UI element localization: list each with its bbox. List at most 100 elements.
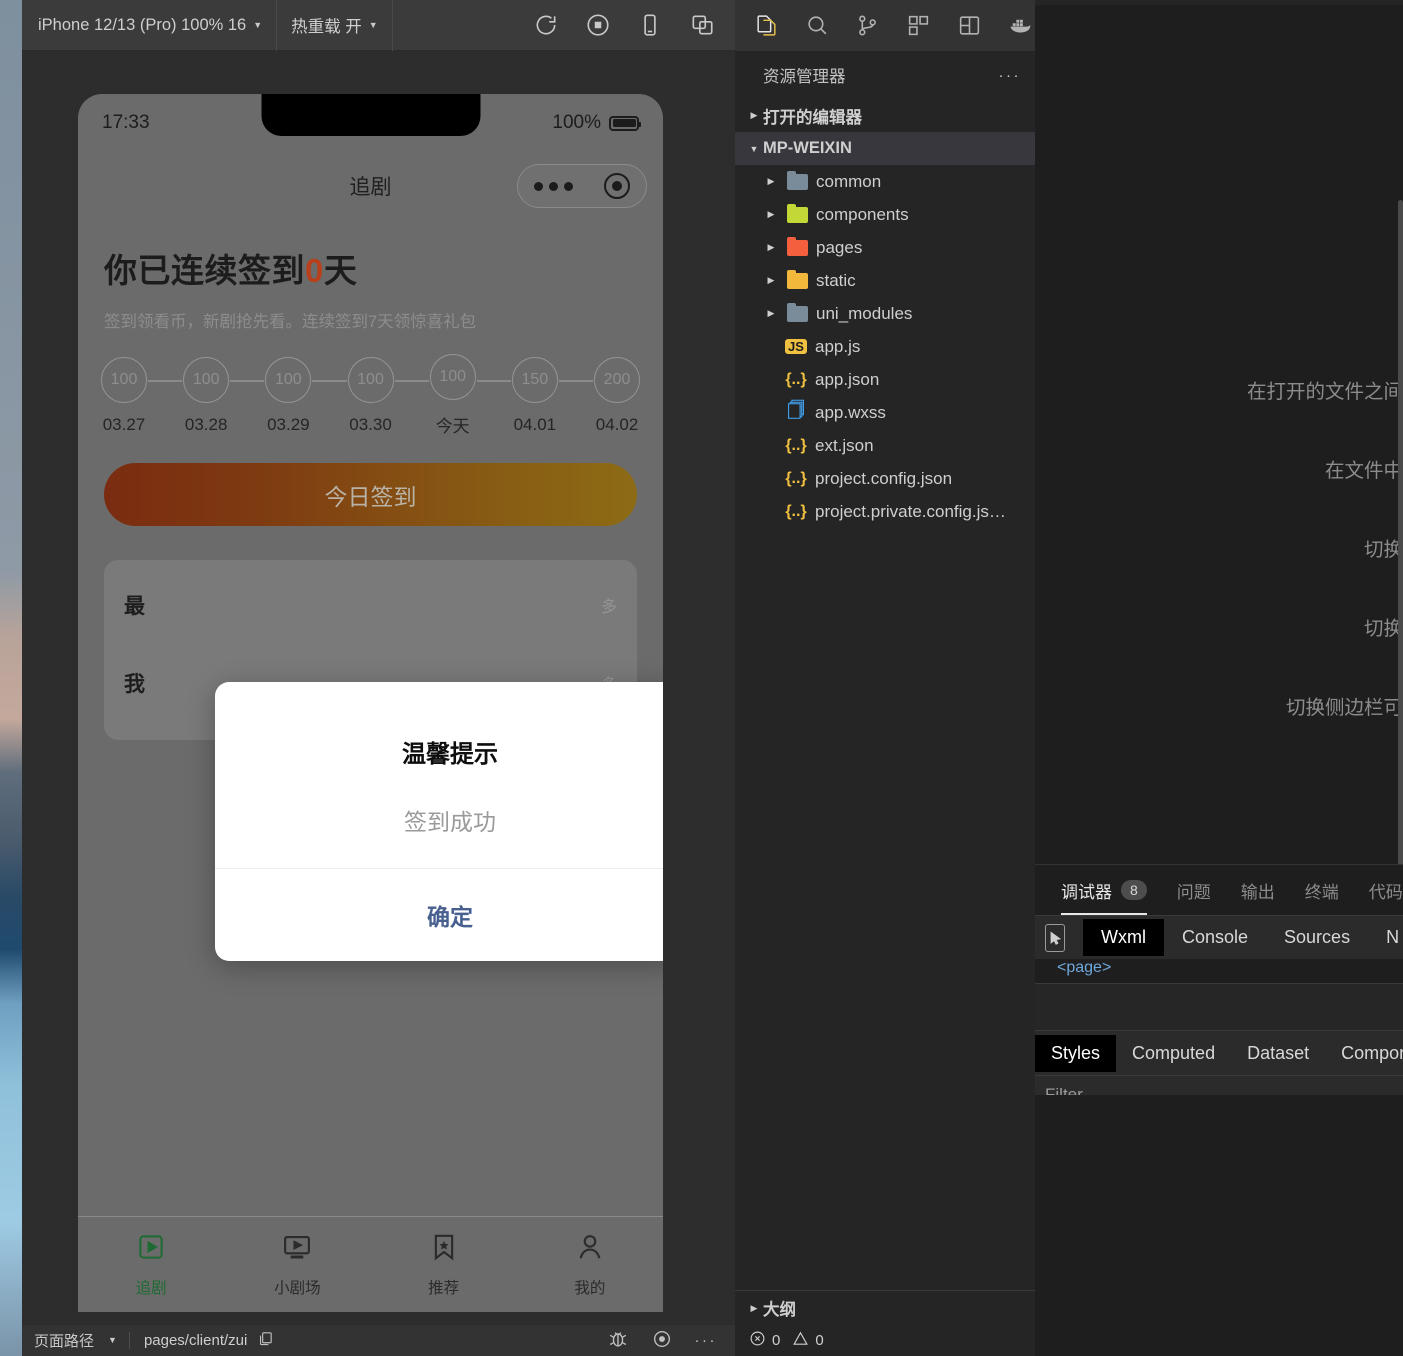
style-tab-Dataset[interactable]: Dataset <box>1231 1035 1325 1072</box>
js-file-icon: JS <box>785 339 807 354</box>
devtools-tab-Wxml[interactable]: Wxml <box>1083 919 1164 956</box>
device-icon[interactable] <box>635 10 665 40</box>
chevron-down-icon: ▼ <box>253 21 262 30</box>
style-tab-Compone[interactable]: Compone <box>1325 1035 1403 1072</box>
folder-item-common[interactable]: ▶common <box>735 165 1035 198</box>
panel-tab-label: 问题 <box>1177 878 1211 903</box>
chevron-right-icon: ▶ <box>763 176 779 187</box>
devtools-tabs: WxmlConsoleSourcesN <box>1035 915 1403 959</box>
json-file-icon: {..} <box>785 371 807 389</box>
tree-item-label: ext.json <box>815 436 874 456</box>
file-item-ext.json[interactable]: {..} ext.json <box>735 429 1035 462</box>
open-editors-section[interactable]: ▶ 打开的编辑器 <box>735 99 1035 132</box>
file-item-project.private.config.js…[interactable]: {..}project.private.config.js… <box>735 495 1035 528</box>
warning-icon[interactable] <box>792 1330 809 1351</box>
folder-icon <box>787 240 808 256</box>
bottom-panel: 调试器8问题输出终端代码 WxmlConsoleSourcesN <page> … <box>1035 864 1403 1356</box>
style-tab-Styles[interactable]: Styles <box>1035 1035 1116 1072</box>
explorer-title: 资源管理器 <box>763 63 846 87</box>
chevron-down-icon: ▼ <box>108 1336 117 1345</box>
modal-footer: 确定 <box>215 868 663 961</box>
panel-tab-代码[interactable]: 代码 <box>1369 865 1403 915</box>
search-icon[interactable] <box>802 10 833 42</box>
activity-bar <box>735 0 1035 51</box>
hot-reload-selector[interactable]: 热重载 开 ▼ <box>277 0 393 51</box>
simulator-panel: iPhone 12/13 (Pro) 100% 16 ▼ 热重载 开 ▼ <box>22 0 735 1356</box>
modal-title: 温馨提示 <box>402 734 498 769</box>
folder-item-pages[interactable]: ▶ pages <box>735 231 1035 264</box>
modal-confirm-button[interactable]: 确定 <box>427 898 473 932</box>
folder-item-uni_modules[interactable]: ▶uni_modules <box>735 297 1035 330</box>
vscode-editor-area: 在打开的文件之间在文件中切换切换切换侧边栏可 调试器8 问题 输出 终端代码 Wxml… <box>1035 0 1403 1356</box>
folder-item-static[interactable]: ▶static <box>735 264 1035 297</box>
panel-tab-问题[interactable]: 问题 <box>1177 865 1211 915</box>
json-file-icon: {..} <box>785 470 807 488</box>
error-count: 0 <box>772 1332 780 1349</box>
source-control-icon[interactable] <box>852 10 883 42</box>
error-icon[interactable] <box>749 1330 766 1351</box>
tip-modal: 温馨提示 签到成功 确定 <box>215 682 663 961</box>
chevron-right-icon: ▶ <box>763 209 779 220</box>
tree-item-label: components <box>816 205 909 225</box>
device-selector[interactable]: iPhone 12/13 (Pro) 100% 16 ▼ <box>22 0 277 51</box>
json-file-icon: {..} <box>785 503 807 521</box>
chevron-right-icon: ▶ <box>745 1303 763 1314</box>
extensions-icon[interactable] <box>903 10 934 42</box>
file-item-app.js[interactable]: JS app.js <box>735 330 1035 363</box>
tree-item-label: app.wxss <box>815 403 886 423</box>
wxml-tree: <page> <box>1035 959 1403 983</box>
tree-item-label: app.json <box>815 370 879 390</box>
chevron-right-icon: ▶ <box>763 242 779 253</box>
panel-tab-终端[interactable]: 终端 <box>1305 865 1339 915</box>
folder-icon <box>787 306 808 322</box>
style-rules-body <box>1035 1095 1403 1356</box>
welcome-shortcut-line: 在打开的文件之间 <box>1247 375 1403 404</box>
tree-item-label: project.config.json <box>815 469 952 489</box>
simulator-statusbar: 页面路径 ▼ pages/client/zui <box>22 1325 735 1356</box>
tree-item-label: uni_modules <box>816 304 912 324</box>
modal-message: 签到成功 <box>404 803 496 837</box>
panel-tabs: 调试器8 问题 输出 终端代码 <box>1035 865 1403 915</box>
folder-item-components[interactable]: ▶ components <box>735 198 1035 231</box>
warning-count: 0 <box>815 1332 823 1349</box>
file-item-app.json[interactable]: {..} app.json <box>735 363 1035 396</box>
editor-scrollbar[interactable] <box>1398 200 1403 900</box>
file-item-app.wxss[interactable]: 🗍app.wxss <box>735 396 1035 429</box>
layout-icon[interactable] <box>954 10 985 42</box>
json-file-icon: {..} <box>785 437 807 455</box>
phone-screen: 17:33 100% 追剧 你已连续签到0天 <box>78 94 663 1312</box>
panel-tab-输出[interactable]: 输出 <box>1241 865 1275 915</box>
stop-record-icon[interactable] <box>583 10 613 40</box>
chevron-down-icon: ▼ <box>745 144 763 154</box>
hot-reload-label: 热重载 开 <box>291 13 362 37</box>
devtools-tab-Console[interactable]: Console <box>1164 919 1266 956</box>
explorer-header: 资源管理器 ··· <box>735 51 1035 99</box>
page-path-selector[interactable]: 页面路径 ▼ <box>34 1330 129 1351</box>
element-picker-icon[interactable] <box>1045 924 1065 952</box>
tree-item-label: pages <box>816 238 862 258</box>
tree-item-label: static <box>816 271 856 291</box>
page-path-label: 页面路径 <box>34 1330 94 1351</box>
welcome-shortcuts: 在打开的文件之间在文件中切换切换切换侧边栏可 <box>1035 0 1403 860</box>
file-item-project.config.json[interactable]: {..} project.config.json <box>735 462 1035 495</box>
folder-icon <box>787 273 808 289</box>
eye-icon[interactable] <box>651 1328 673 1354</box>
detach-window-icon[interactable] <box>687 10 717 40</box>
more-icon[interactable]: ··· <box>695 1332 718 1349</box>
style-tab-Computed[interactable]: Computed <box>1116 1035 1231 1072</box>
panel-tab-label: 输出 <box>1241 878 1275 903</box>
copy-icon[interactable] <box>257 1330 274 1351</box>
devtools-tab-Sources[interactable]: Sources <box>1266 919 1368 956</box>
outline-section[interactable]: ▶ 大纲 <box>735 1290 1035 1325</box>
docker-icon[interactable] <box>1004 10 1035 42</box>
wxml-root-node[interactable]: <page> <box>1057 959 1111 976</box>
tree-item-label: app.js <box>815 337 860 357</box>
workspace-section[interactable]: ▼ MP-WEIXIN <box>735 132 1035 165</box>
refresh-icon[interactable] <box>531 10 561 40</box>
workspace-label: MP-WEIXIN <box>763 139 852 158</box>
debug-bug-icon[interactable] <box>607 1328 629 1354</box>
devtools-tab-N[interactable]: N <box>1368 919 1403 956</box>
panel-tab-调试器[interactable]: 调试器8 <box>1061 865 1147 915</box>
explorer-more-icon[interactable]: ··· <box>999 67 1022 84</box>
explorer-icon[interactable] <box>751 10 782 42</box>
